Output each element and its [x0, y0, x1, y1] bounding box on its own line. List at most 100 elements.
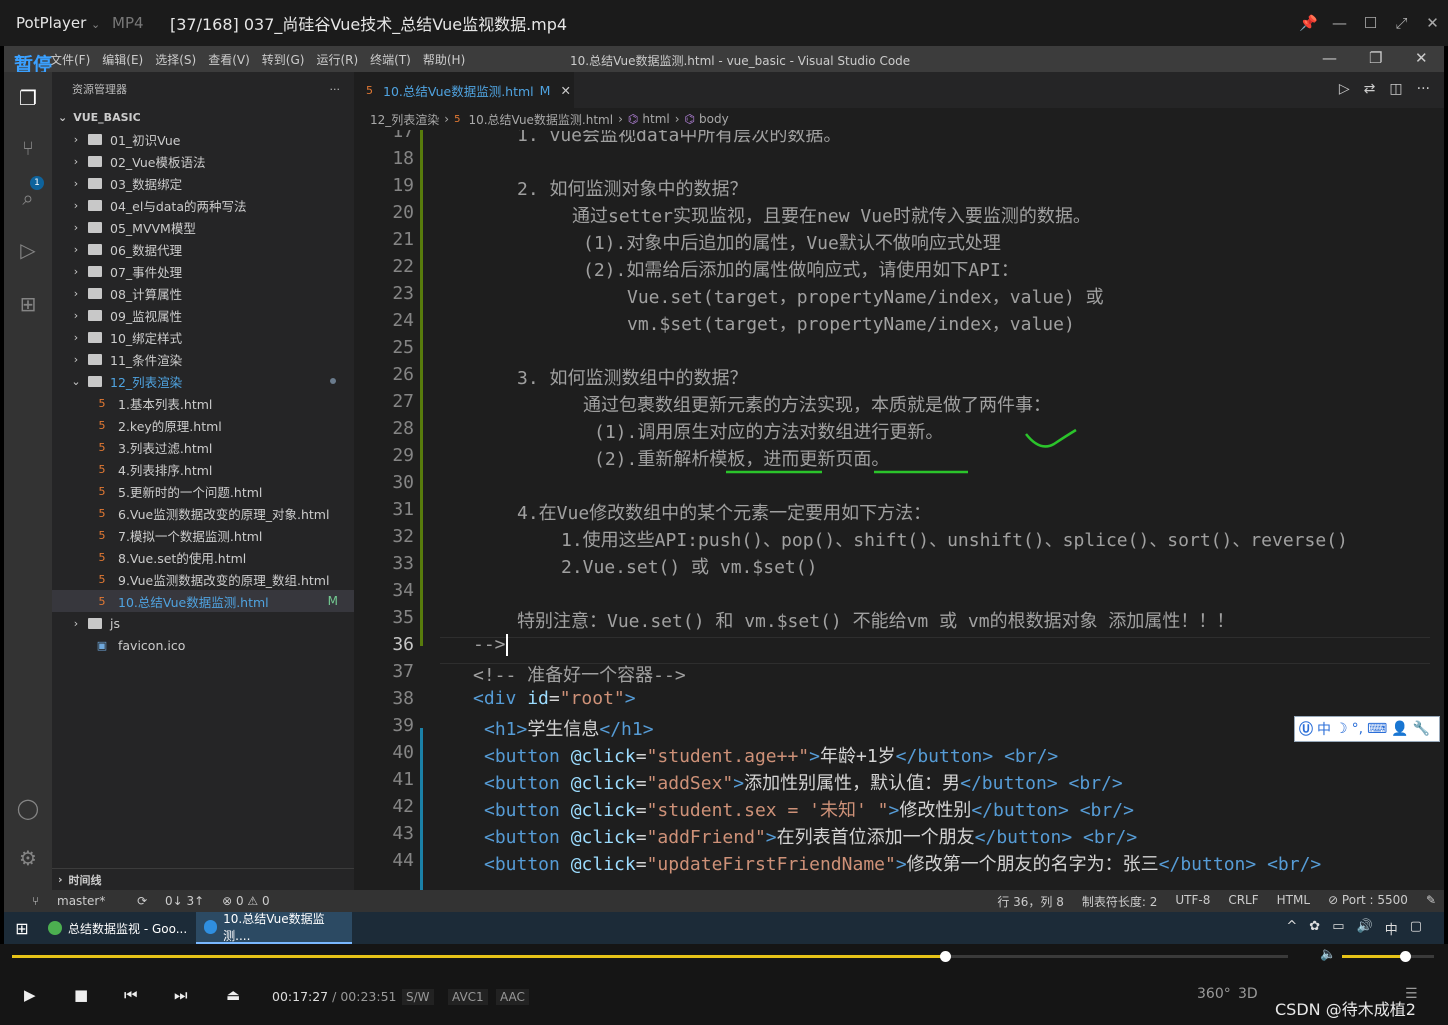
folder-item[interactable]: › 11_条件渲染: [52, 348, 354, 370]
stop-icon[interactable]: ■: [74, 986, 88, 1004]
folder-item[interactable]: › 08_计算属性: [52, 282, 354, 304]
encoding[interactable]: UTF-8: [1175, 893, 1210, 910]
breadcrumb-body[interactable]: body: [699, 112, 729, 126]
file-item[interactable]: 5 4.列表排序.html: [52, 458, 354, 480]
run-debug-icon[interactable]: ▷: [16, 238, 40, 262]
folder-item[interactable]: › 05_MVVM模型: [52, 216, 354, 238]
feedback-icon[interactable]: ✎: [1426, 893, 1436, 910]
folder-item[interactable]: › js: [52, 612, 354, 634]
menu-item[interactable]: 运行(R): [310, 51, 364, 68]
tray-volume-icon[interactable]: 🔊: [1357, 919, 1373, 938]
menu-item[interactable]: 编辑(E): [96, 51, 149, 68]
problems-status[interactable]: ⊗ 0 ⚠ 0: [222, 894, 270, 908]
ime-keyboard-icon[interactable]: ⌨: [1367, 721, 1387, 737]
file-item[interactable]: 5 8.Vue.set的使用.html: [52, 546, 354, 568]
file-item[interactable]: 5 3.列表过滤.html: [52, 436, 354, 458]
folder-item[interactable]: › 10_绑定样式: [52, 326, 354, 348]
file-item[interactable]: 5 10.总结Vue数据监测.html M: [52, 590, 354, 612]
live-server-port[interactable]: ⊘ Port : 5500: [1328, 893, 1408, 910]
more-actions-icon[interactable]: ···: [1417, 81, 1430, 97]
player-brand-menu[interactable]: PotPlayer ⌄: [0, 14, 112, 32]
line-ending[interactable]: CRLF: [1228, 893, 1258, 910]
compare-icon[interactable]: ⇄: [1364, 81, 1376, 97]
taskbar-app-vscode[interactable]: 10.总结Vue数据监测....: [196, 912, 352, 944]
split-editor-icon[interactable]: ◫: [1389, 81, 1402, 97]
tab-active-file[interactable]: 5 10.总结Vue数据监测.html M ✕: [354, 72, 574, 108]
file-item[interactable]: 5 5.更新时的一个问题.html: [52, 480, 354, 502]
sync-status[interactable]: ⟳ 0↓ 3↑: [123, 894, 204, 908]
next-icon[interactable]: ⏭: [174, 986, 188, 1004]
vs-minimize-button[interactable]: —: [1322, 49, 1337, 67]
account-icon[interactable]: ◯: [16, 796, 40, 820]
folder-item[interactable]: › 03_数据绑定: [52, 172, 354, 194]
breadcrumb-html[interactable]: html: [642, 112, 669, 126]
source-control-icon[interactable]: ⑂: [16, 136, 40, 160]
play-icon[interactable]: ▶: [24, 986, 36, 1004]
maximize-button[interactable]: ☐: [1355, 14, 1386, 32]
vs-restore-button[interactable]: ❐: [1369, 49, 1382, 67]
settings-gear-icon[interactable]: ⚙: [16, 846, 40, 870]
breadcrumb-folder[interactable]: 12_列表渲染: [370, 111, 439, 128]
folder-item[interactable]: › 07_事件处理: [52, 260, 354, 282]
taskbar-app-chrome[interactable]: 总结数据监视 - Goo...: [40, 912, 196, 944]
root-folder[interactable]: ⌄ VUE_BASIC: [52, 106, 354, 128]
menu-item[interactable]: 终端(T): [364, 51, 417, 68]
pin-icon[interactable]: 📌: [1293, 14, 1324, 32]
seek-bar[interactable]: [12, 951, 1288, 962]
menu-item[interactable]: 帮助(H): [417, 51, 471, 68]
folder-item[interactable]: › 09_监视属性: [52, 304, 354, 326]
tray-expand-icon[interactable]: ^: [1286, 919, 1297, 938]
ime-toolbar[interactable]: Ⓤ 中 ☽ °, ⌨ 👤 🔧: [1294, 716, 1440, 742]
volume-slider[interactable]: [1342, 951, 1434, 962]
tray-battery-icon[interactable]: ▭: [1332, 919, 1344, 938]
volume-icon[interactable]: 🔈: [1320, 947, 1336, 962]
previous-icon[interactable]: ⏮: [124, 986, 138, 1004]
tab-close-icon[interactable]: ✕: [560, 83, 570, 98]
ime-punct-icon[interactable]: °,: [1352, 721, 1363, 737]
file-item[interactable]: 5 9.Vue监测数据改变的原理_数组.html: [52, 568, 354, 590]
folder-item[interactable]: › 01_初识Vue: [52, 128, 354, 150]
folder-item[interactable]: › 02_Vue模板语法: [52, 150, 354, 172]
explorer-more-button[interactable]: ···: [330, 83, 341, 96]
eject-icon[interactable]: ⏏: [226, 986, 240, 1004]
file-item[interactable]: 5 6.Vue监测数据改变的原理_对象.html: [52, 502, 354, 524]
minimize-button[interactable]: —: [1324, 14, 1355, 32]
ime-user-icon[interactable]: 👤: [1391, 721, 1408, 737]
video-codec-chip[interactable]: AVC1: [448, 989, 488, 1005]
run-icon[interactable]: ▷: [1339, 81, 1350, 97]
folder-item[interactable]: › 06_数据代理: [52, 238, 354, 260]
notification-icon[interactable]: ▢: [1410, 919, 1422, 938]
folder-item[interactable]: › 04_el与data的两种写法: [52, 194, 354, 216]
file-item[interactable]: 5 7.模拟一个数据监测.html: [52, 524, 354, 546]
menu-item[interactable]: 转到(G): [256, 51, 311, 68]
tray-ime-indicator[interactable]: 中: [1385, 919, 1398, 938]
breadcrumb-file[interactable]: 10.总结Vue数据监测.html: [468, 111, 613, 128]
file-item[interactable]: 5 2.key的原理.html: [52, 414, 354, 436]
file-item[interactable]: ▣ favicon.ico: [52, 634, 354, 656]
tray-app-icon[interactable]: ✿: [1309, 919, 1320, 938]
windows-start-icon[interactable]: ⊞: [4, 919, 40, 938]
ime-item[interactable]: 中: [1317, 719, 1331, 739]
branch-status[interactable]: ⑂ master*: [18, 894, 105, 908]
timeline-section[interactable]: › 时间线: [52, 868, 354, 890]
audio-codec-chip[interactable]: AAC: [496, 989, 529, 1005]
3d-button[interactable]: 3D: [1238, 986, 1258, 1002]
fullscreen-button[interactable]: ⤢: [1386, 14, 1417, 32]
menu-item[interactable]: 查看(V): [202, 51, 256, 68]
vr-360-button[interactable]: 360°: [1197, 986, 1231, 1002]
tab-size[interactable]: 制表符长度: 2: [1082, 893, 1158, 910]
ime-tools-icon[interactable]: 🔧: [1413, 721, 1430, 737]
close-button[interactable]: ✕: [1417, 14, 1448, 32]
folder-item[interactable]: ⌄ 12_列表渲染: [52, 370, 354, 392]
seek-handle[interactable]: [939, 951, 951, 962]
sw-chip[interactable]: S/W: [402, 989, 434, 1005]
code-editor[interactable]: 17 1. vue会监视data中所有层次的数据。 18 19 2. 如何监测对象中的数…: [354, 130, 1444, 890]
cursor-position[interactable]: 行 36，列 8: [997, 893, 1064, 910]
ime-moon-icon[interactable]: ☽: [1335, 721, 1348, 737]
extensions-icon[interactable]: ⊞: [16, 292, 40, 316]
language-mode[interactable]: HTML: [1277, 893, 1310, 910]
search-icon[interactable]: ⌕: [16, 186, 40, 210]
explorer-icon[interactable]: ❐: [16, 86, 40, 110]
vs-close-button[interactable]: ✕: [1415, 49, 1428, 67]
file-item[interactable]: 5 1.基本列表.html: [52, 392, 354, 414]
